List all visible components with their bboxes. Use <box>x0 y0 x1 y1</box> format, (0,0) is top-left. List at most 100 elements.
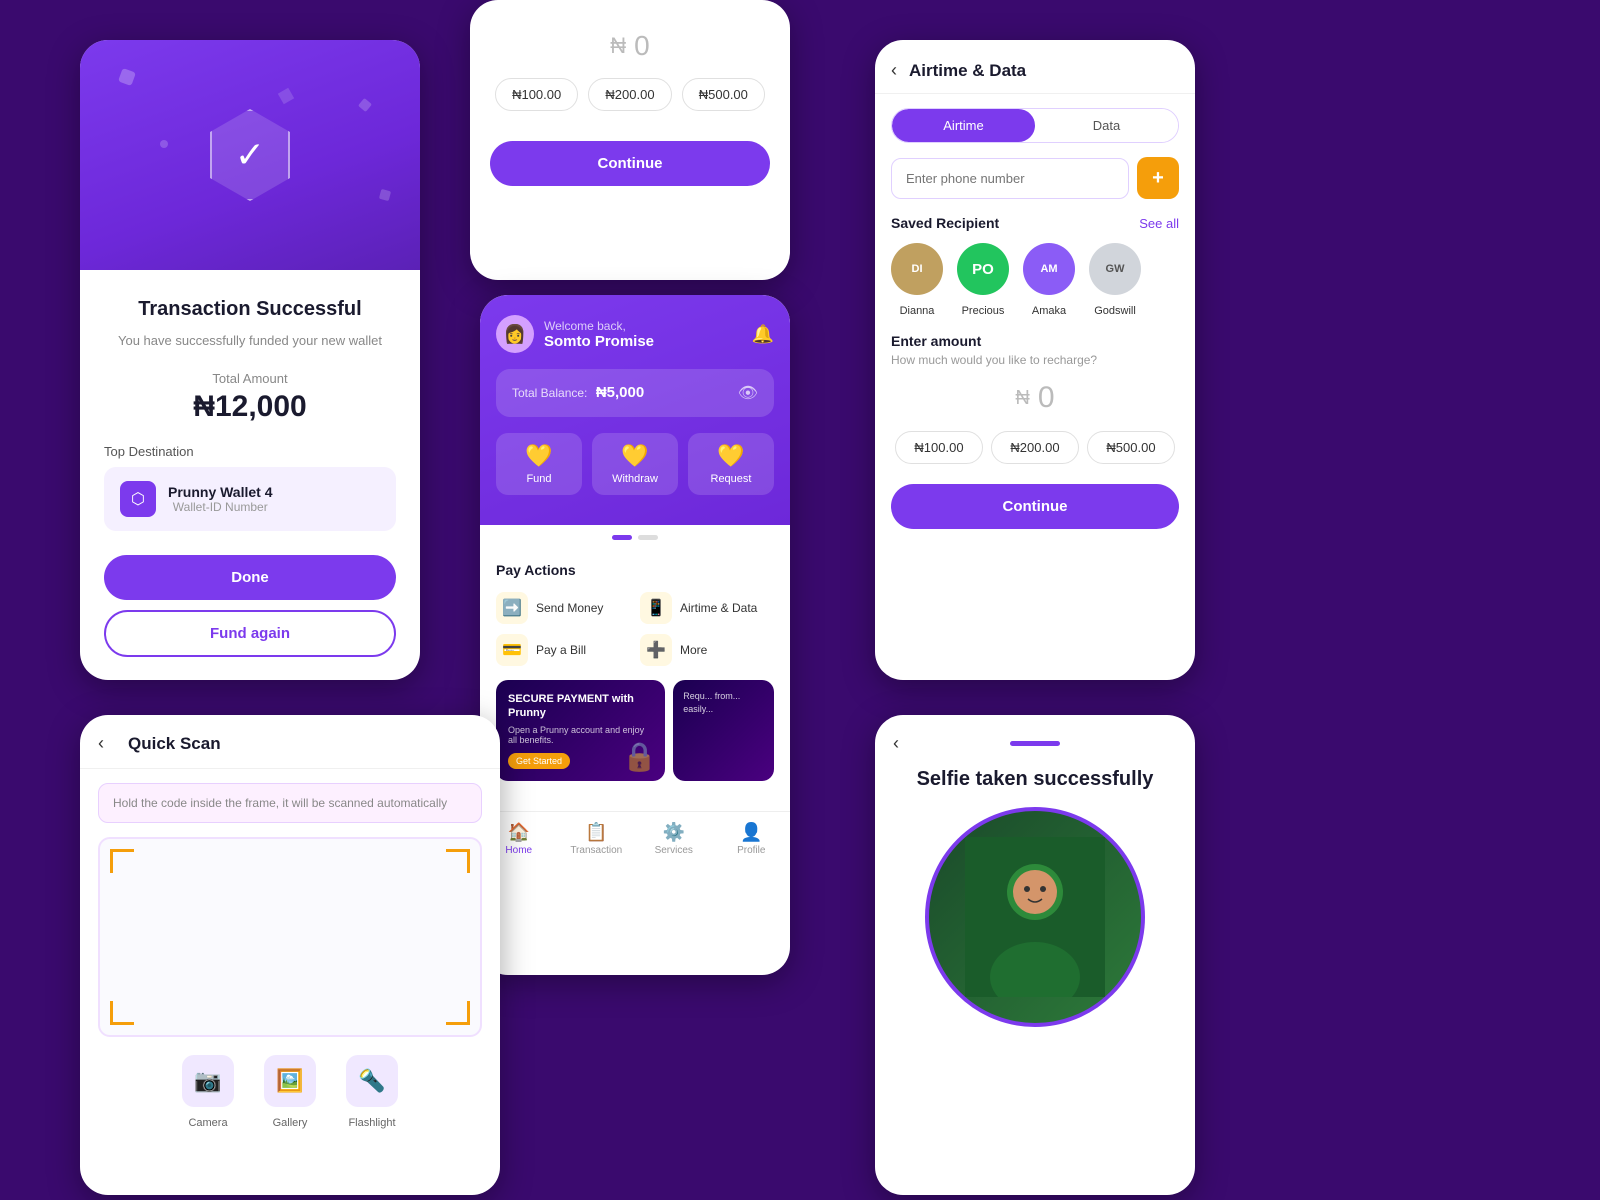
services-nav-label: Services <box>635 845 713 856</box>
done-button[interactable]: Done <box>104 555 396 600</box>
amount-zero-top: 0 <box>634 30 650 62</box>
amount-display-top: ₦ 0 <box>470 0 790 78</box>
send-money-item[interactable]: ➡️ Send Money <box>496 592 630 624</box>
recipient-dianna[interactable]: DI Dianna <box>891 243 943 319</box>
godswill-name: Godswill <box>1094 305 1136 317</box>
tx-amount-value: ₦12,000 <box>104 390 396 424</box>
qa-200-top[interactable]: ₦200.00 <box>588 78 671 111</box>
saved-recipients-section: Saved Recipient See all DI Dianna PO Pre… <box>875 215 1195 333</box>
tx-success-subtitle: You have successfully funded your new wa… <box>104 331 396 351</box>
banner-area: SECURE PAYMENT with Prunny Open a Prunny… <box>496 680 774 781</box>
camera-icon: 📷 <box>182 1055 234 1107</box>
home-header: 👩 Welcome back, Somto Promise 🔔 Total Ba… <box>480 295 790 525</box>
transaction-body: Transaction Successful You have successf… <box>80 270 420 677</box>
amaka-name: Amaka <box>1032 305 1066 317</box>
recipient-amaka[interactable]: AM Amaka <box>1023 243 1075 319</box>
balance-card: Total Balance: ₦5,000 👁 <box>496 369 774 417</box>
flashlight-icon-item[interactable]: 🔦 Flashlight <box>346 1055 398 1131</box>
qa-100-full[interactable]: ₦100.00 <box>895 431 982 464</box>
recipient-godswill[interactable]: GW Godswill <box>1089 243 1141 319</box>
balance-info: Total Balance: ₦5,000 <box>512 384 644 402</box>
withdraw-icon: 💛 <box>600 443 670 469</box>
wallet-name: Prunny Wallet 4 <box>168 484 273 500</box>
continue-btn-full[interactable]: Continue <box>891 484 1179 529</box>
tx-dest-box: ⬡ Prunny Wallet 4 Wallet-ID Number <box>104 467 396 531</box>
recipient-precious[interactable]: PO Precious <box>957 243 1009 319</box>
tx-dest-label: Top Destination <box>104 444 396 459</box>
selfie-image <box>925 807 1145 1027</box>
qa-500-top[interactable]: ₦500.00 <box>682 78 765 111</box>
back-button[interactable]: ‹ <box>891 60 897 81</box>
gallery-icon-item[interactable]: 🖼️ Gallery <box>264 1055 316 1131</box>
airtime-data-item[interactable]: 📱 Airtime & Data <box>640 592 774 624</box>
quick-scan-card: ‹ Quick Scan Hold the code inside the fr… <box>80 715 500 1195</box>
nav-profile[interactable]: 👤 Profile <box>713 822 791 856</box>
withdraw-action-btn[interactable]: 💛 Withdraw <box>592 433 678 495</box>
pay-actions-grid: ➡️ Send Money 📱 Airtime & Data 💳 Pay a B… <box>496 592 774 666</box>
godswill-avatar: GW <box>1089 243 1141 295</box>
qa-200-full[interactable]: ₦200.00 <box>991 431 1078 464</box>
banner-side-text: Requ... from... easily... <box>683 690 764 715</box>
carousel-dots <box>480 525 790 546</box>
selfie-success-title: Selfie taken successfully <box>875 768 1195 807</box>
tab-data[interactable]: Data <box>1035 109 1178 142</box>
camera-icon-item[interactable]: 📷 Camera <box>182 1055 234 1131</box>
scan-frame <box>98 837 482 1037</box>
pay-bill-icon: 💳 <box>496 634 528 666</box>
tx-amount-label: Total Amount <box>104 371 396 386</box>
selfie-back-button[interactable]: ‹ <box>893 733 899 754</box>
fund-label: Fund <box>504 473 574 485</box>
fund-action-btn[interactable]: 💛 Fund <box>496 433 582 495</box>
check-icon: ✓ <box>235 134 265 176</box>
fund-again-button[interactable]: Fund again <box>104 610 396 657</box>
secure-payment-banner[interactable]: SECURE PAYMENT with Prunny Open a Prunny… <box>496 680 665 781</box>
phone-number-input[interactable] <box>891 158 1129 199</box>
corner-bl <box>110 1001 134 1025</box>
saved-recipients-header: Saved Recipient See all <box>891 215 1179 231</box>
pay-bill-item[interactable]: 💳 Pay a Bill <box>496 634 630 666</box>
more-item[interactable]: ➕ More <box>640 634 774 666</box>
user-name: Somto Promise <box>544 333 654 350</box>
flashlight-icon: 🔦 <box>346 1055 398 1107</box>
notification-bell-icon[interactable]: 🔔 <box>752 324 774 345</box>
wallet-icon: ⬡ <box>120 481 156 517</box>
banner-cta-btn[interactable]: Get Started <box>508 753 570 769</box>
airtime-amount-card: ₦ 0 ₦100.00 ₦200.00 ₦500.00 Continue <box>470 0 790 280</box>
request-label: Request <box>696 473 766 485</box>
user-avatar: 👩 <box>496 315 534 353</box>
airtime-data-title: Airtime & Data <box>909 61 1026 81</box>
gallery-icon: 🖼️ <box>264 1055 316 1107</box>
pay-bill-label: Pay a Bill <box>536 643 586 657</box>
camera-label: Camera <box>188 1117 227 1129</box>
precious-name: Precious <box>962 305 1005 317</box>
user-info: Welcome back, Somto Promise <box>544 319 654 350</box>
dest-info: Prunny Wallet 4 Wallet-ID Number <box>168 484 273 514</box>
profile-nav-icon: 👤 <box>713 822 791 843</box>
more-icon: ➕ <box>640 634 672 666</box>
nav-transaction[interactable]: 📋 Transaction <box>558 822 636 856</box>
banner-side: Requ... from... easily... <box>673 680 774 781</box>
qa-100-top[interactable]: ₦100.00 <box>495 78 578 111</box>
scan-title: Quick Scan <box>128 734 221 754</box>
phone-input-row: + <box>891 157 1179 199</box>
quick-amounts-full: ₦100.00 ₦200.00 ₦500.00 <box>891 431 1179 464</box>
hide-balance-icon[interactable]: 👁 <box>738 383 758 403</box>
send-money-label: Send Money <box>536 601 603 615</box>
nav-services[interactable]: ⚙️ Services <box>635 822 713 856</box>
corner-tl <box>110 849 134 873</box>
balance-amount: ₦5,000 <box>596 384 644 401</box>
scan-back-button[interactable]: ‹ <box>98 733 104 754</box>
see-all-link[interactable]: See all <box>1139 216 1179 231</box>
transaction-nav-label: Transaction <box>558 845 636 856</box>
send-money-icon: ➡️ <box>496 592 528 624</box>
home-card: 👩 Welcome back, Somto Promise 🔔 Total Ba… <box>480 295 790 975</box>
tx-success-title: Transaction Successful <box>104 298 396 321</box>
more-label: More <box>680 643 707 657</box>
tab-airtime[interactable]: Airtime <box>892 109 1035 142</box>
dianna-name: Dianna <box>900 305 935 317</box>
request-action-btn[interactable]: 💛 Request <box>688 433 774 495</box>
qa-500-full[interactable]: ₦500.00 <box>1087 431 1174 464</box>
add-contact-button[interactable]: + <box>1137 157 1179 199</box>
withdraw-label: Withdraw <box>600 473 670 485</box>
continue-btn-top[interactable]: Continue <box>490 141 770 186</box>
